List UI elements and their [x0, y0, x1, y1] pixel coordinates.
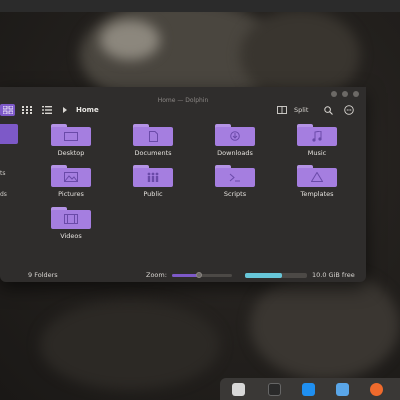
- folder-item-downloads[interactable]: Downloads: [200, 124, 270, 160]
- toolbar: Home Split: [0, 101, 366, 119]
- free-space: 10.0 GiB free: [312, 271, 355, 279]
- minimize-button[interactable]: [331, 91, 337, 97]
- folder-label: Public: [143, 190, 163, 198]
- folder-label: Scripts: [223, 190, 247, 198]
- folder-item-pictures[interactable]: Pictures: [36, 165, 106, 201]
- grid-icon: [2, 106, 13, 114]
- folder-item-desktop[interactable]: Desktop: [36, 124, 106, 160]
- chevron-right-icon: [63, 107, 67, 113]
- status-bar: 9 Folders Zoom: 10.0 GiB free: [0, 269, 366, 282]
- zoom-slider-handle[interactable]: [196, 272, 202, 278]
- folder-icon: [215, 165, 255, 187]
- places-sidebar: ts ds: [0, 119, 24, 269]
- terminal-icon: [229, 173, 240, 181]
- details-view-button[interactable]: [40, 104, 54, 116]
- folder-icon: [51, 207, 91, 229]
- folder-icon: [133, 165, 173, 187]
- search-icon: [323, 105, 333, 115]
- list-icon: [42, 106, 52, 114]
- folder-item-videos[interactable]: Videos: [36, 207, 106, 243]
- template-icon: [311, 172, 323, 182]
- close-button[interactable]: [353, 91, 359, 97]
- sidebar-item-label[interactable]: ds: [0, 191, 7, 198]
- storage-usage-fill: [245, 273, 283, 278]
- menu-button[interactable]: [343, 104, 355, 116]
- folder-item-music[interactable]: Music: [282, 124, 352, 160]
- folder-item-templates[interactable]: Templates: [282, 165, 352, 201]
- title-bar[interactable]: Home — Dolphin: [0, 87, 366, 104]
- folder-label: Music: [307, 149, 327, 157]
- people-icon: [147, 172, 159, 182]
- folder-label: Desktop: [57, 149, 85, 157]
- music-icon: [312, 130, 322, 142]
- compact-grid-icon: [22, 106, 32, 114]
- file-manager-window: Home — Dolphin Home Split ts ds Desktop …: [0, 87, 366, 282]
- folder-label: Videos: [60, 232, 82, 240]
- folder-icon: [133, 124, 173, 146]
- breadcrumb[interactable]: Home: [76, 104, 99, 116]
- folder-item-scripts[interactable]: Scripts: [200, 165, 270, 201]
- folder-icon: [297, 124, 337, 146]
- download-icon: [230, 131, 240, 141]
- folder-icon: [297, 165, 337, 187]
- folder-grid: Desktop Documents Downloads Music Pictur…: [24, 119, 366, 269]
- split-button[interactable]: Split: [294, 104, 308, 116]
- folder-item-public[interactable]: Public: [118, 165, 188, 201]
- film-icon: [64, 214, 78, 224]
- storage-usage-bar: [245, 273, 307, 278]
- maximize-button[interactable]: [342, 91, 348, 97]
- firefox-icon[interactable]: [370, 383, 383, 396]
- files-icon[interactable]: [336, 383, 349, 396]
- folder-count: 9 Folders: [28, 271, 58, 279]
- app-store-icon[interactable]: [302, 383, 315, 396]
- zoom-slider-fill: [172, 274, 199, 277]
- folder-icon: [51, 124, 91, 146]
- zoom-slider[interactable]: [172, 272, 232, 278]
- split-icon-button[interactable]: [276, 104, 288, 116]
- hamburger-menu-icon: [344, 105, 354, 115]
- compact-view-button[interactable]: [20, 104, 34, 116]
- top-panel: [0, 0, 400, 12]
- dock: [220, 378, 400, 400]
- folder-item-documents[interactable]: Documents: [118, 124, 188, 160]
- folder-label: Pictures: [58, 190, 84, 198]
- folder-label: Templates: [300, 190, 334, 198]
- picture-icon: [64, 172, 78, 182]
- zoom-label: Zoom:: [146, 271, 167, 279]
- sidebar-item-label[interactable]: ts: [0, 170, 5, 177]
- folder-icon: [215, 124, 255, 146]
- icons-view-button[interactable]: [0, 104, 15, 116]
- breadcrumb-arrow[interactable]: [62, 104, 68, 116]
- folder-label: Documents: [134, 149, 172, 157]
- folder-label: Downloads: [217, 149, 253, 157]
- folder-icon: [51, 165, 91, 187]
- document-icon: [148, 130, 158, 142]
- search-button[interactable]: [322, 104, 334, 116]
- sidebar-item-home[interactable]: [0, 124, 18, 144]
- terminal-icon[interactable]: [268, 383, 281, 396]
- desktop-icon: [64, 131, 78, 141]
- split-view-icon: [277, 106, 287, 114]
- settings-icon[interactable]: [232, 383, 245, 396]
